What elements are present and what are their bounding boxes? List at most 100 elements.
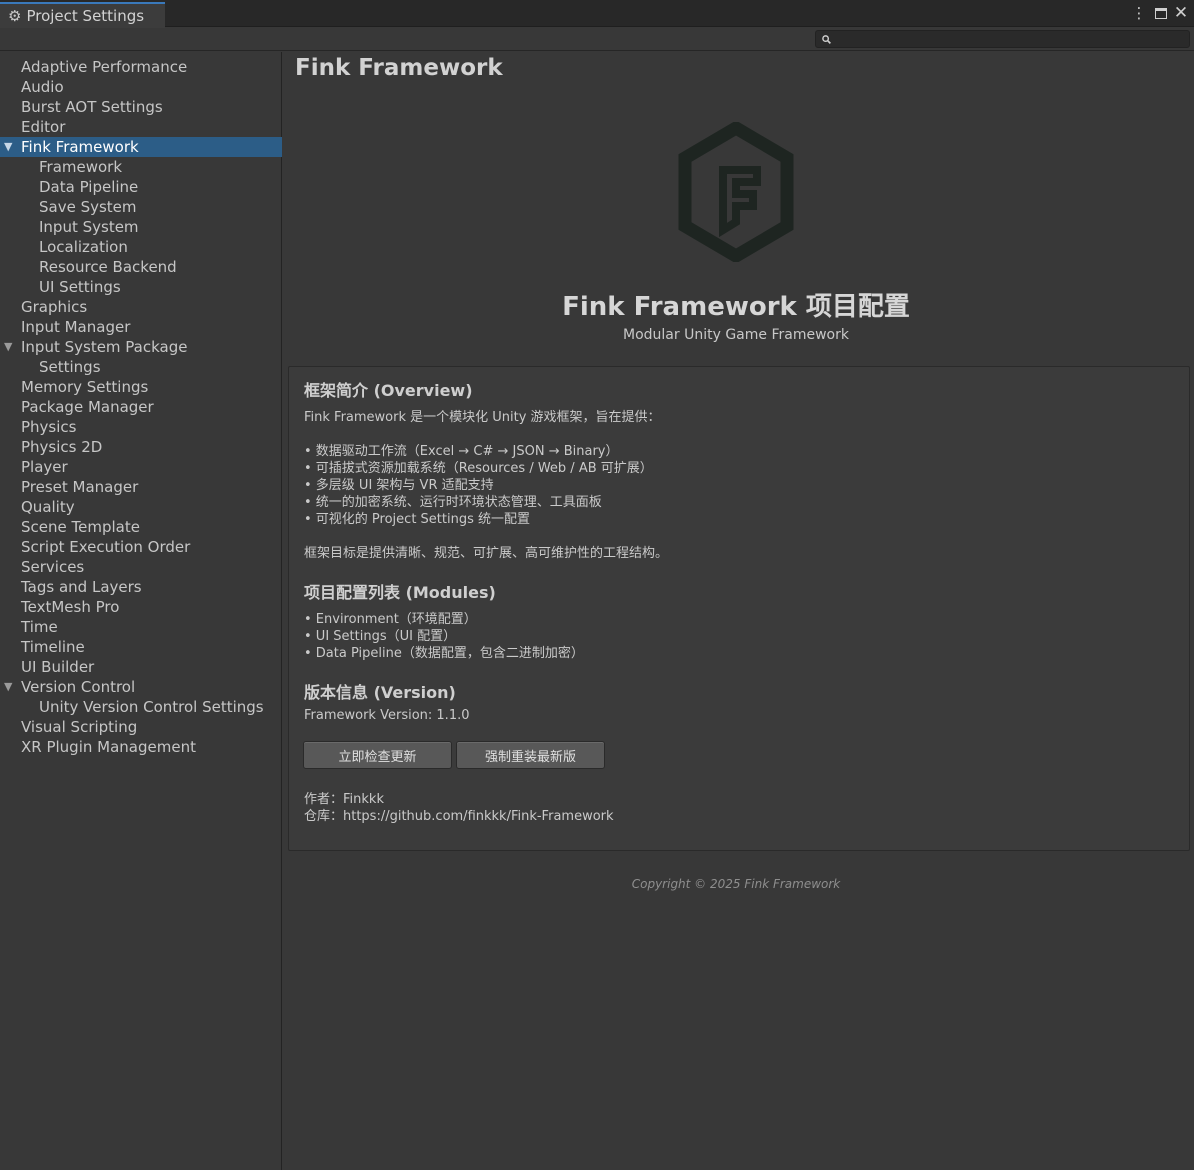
sidebar-item[interactable]: Editor xyxy=(0,117,282,137)
search-box[interactable] xyxy=(815,30,1190,48)
version-text: Framework Version: 1.1.0 xyxy=(304,708,470,723)
sidebar-item[interactable]: Input Manager xyxy=(0,317,282,337)
sidebar-item[interactable]: Physics xyxy=(0,417,282,437)
sidebar-item-label: Version Control xyxy=(21,678,136,696)
sidebar-item-label: Quality xyxy=(21,498,75,516)
sidebar-item-label: Graphics xyxy=(21,298,88,316)
settings-sidebar: Adaptive Performance Audio Burst AOT Setti… xyxy=(0,52,282,1170)
sidebar-item[interactable]: ▼ Version Control xyxy=(0,677,282,697)
sidebar-item-label: Input Manager xyxy=(21,318,131,336)
sidebar-item[interactable]: ▼ Fink Framework xyxy=(0,137,282,157)
sidebar-item-label: XR Plugin Management xyxy=(21,738,196,756)
sidebar-item[interactable]: Burst AOT Settings xyxy=(0,97,282,117)
overview-intro: Fink Framework 是一个模块化 Unity 游戏框架，旨在提供： xyxy=(304,410,661,425)
main-content: Fink Framework Fink Framework 项目配置 Modul… xyxy=(283,52,1194,1170)
repo-link[interactable]: 仓库：https://github.com/finkkk/Fink-Framew… xyxy=(304,805,614,824)
sidebar-item-label: Services xyxy=(21,558,85,576)
sidebar-item[interactable]: XR Plugin Management xyxy=(0,737,282,757)
sidebar-item-label: Time xyxy=(21,618,58,636)
sidebar-item-label: UI Settings xyxy=(39,278,121,296)
page-title: Fink Framework xyxy=(295,55,503,81)
sidebar-item-label: Timeline xyxy=(21,638,85,656)
sidebar-item-label: Adaptive Performance xyxy=(21,58,188,76)
toolbar xyxy=(0,28,1194,51)
hero-subtitle: Modular Unity Game Framework xyxy=(623,327,849,343)
tab-project-settings[interactable]: ⚙ Project Settings xyxy=(0,2,165,28)
copyright-text: Copyright © 2025 Fink Framework xyxy=(631,877,841,891)
expand-arrow-icon[interactable]: ▼ xyxy=(4,337,12,357)
sidebar-item[interactable]: UI Builder xyxy=(0,657,282,677)
overview-bullet: • 可视化的 Project Settings 统一配置 xyxy=(304,512,530,527)
sidebar-item-label: Audio xyxy=(21,78,64,96)
overview-goal: 框架目标是提供清晰、规范、可扩展、高可维护性的工程结构。 xyxy=(304,546,669,561)
sidebar-item[interactable]: Package Manager xyxy=(0,397,282,417)
sidebar-item[interactable]: Resource Backend xyxy=(0,257,282,277)
sidebar-item[interactable]: Player xyxy=(0,457,282,477)
window-tab-bar: ⚙ Project Settings ⋮ ✕ xyxy=(0,0,1194,28)
sidebar-item[interactable]: UI Settings xyxy=(0,277,282,297)
sidebar-item-label: Package Manager xyxy=(21,398,154,416)
sidebar-item[interactable]: Visual Scripting xyxy=(0,717,282,737)
fink-framework-logo xyxy=(678,122,794,262)
sidebar-item-label: Input System Package xyxy=(21,338,188,356)
hero-title: Fink Framework 项目配置 xyxy=(562,292,910,322)
sidebar-item-label: Editor xyxy=(21,118,66,136)
sidebar-item-label: Physics 2D xyxy=(21,438,103,456)
sidebar-item-label: Resource Backend xyxy=(39,258,177,276)
sidebar-item-label: Settings xyxy=(39,358,101,376)
sidebar-item-label: Scene Template xyxy=(21,518,140,536)
sidebar-item[interactable]: Input System xyxy=(0,217,282,237)
maximize-button[interactable] xyxy=(1152,4,1170,22)
sidebar-item-label: Framework xyxy=(39,158,123,176)
sidebar-item-label: Unity Version Control Settings xyxy=(39,698,264,716)
sidebar-item[interactable]: Data Pipeline xyxy=(0,177,282,197)
sidebar-item-label: TextMesh Pro xyxy=(21,598,120,616)
sidebar-item[interactable]: Graphics xyxy=(0,297,282,317)
logo-letter-f xyxy=(719,166,761,238)
modules-title: 项目配置列表 (Modules) xyxy=(304,583,496,602)
more-options-icon[interactable]: ⋮ xyxy=(1132,4,1147,22)
sidebar-item[interactable]: Physics 2D xyxy=(0,437,282,457)
sidebar-item-label: UI Builder xyxy=(21,658,95,676)
sidebar-item[interactable]: Unity Version Control Settings xyxy=(0,697,282,717)
sidebar-item-label: Visual Scripting xyxy=(21,718,138,736)
sidebar-item[interactable]: Time xyxy=(0,617,282,637)
sidebar-item[interactable]: Framework xyxy=(0,157,282,177)
sidebar-item[interactable]: Scene Template xyxy=(0,517,282,537)
search-icon xyxy=(822,34,831,44)
sidebar-item[interactable]: Tags and Layers xyxy=(0,577,282,597)
info-panel: 框架简介 (Overview) Fink Framework 是一个模块化 Un… xyxy=(288,366,1190,851)
search-input[interactable] xyxy=(835,31,1175,47)
gear-icon: ⚙ xyxy=(8,7,22,25)
sidebar-item[interactable]: TextMesh Pro xyxy=(0,597,282,617)
sidebar-item[interactable]: Memory Settings xyxy=(0,377,282,397)
expand-arrow-icon[interactable]: ▼ xyxy=(4,677,12,697)
sidebar-item-label: Preset Manager xyxy=(21,478,139,496)
close-button[interactable]: ✕ xyxy=(1172,3,1190,23)
sidebar-item[interactable]: ▼ Input System Package xyxy=(0,337,282,357)
sidebar-item[interactable]: Script Execution Order xyxy=(0,537,282,557)
version-title: 版本信息 (Version) xyxy=(304,683,456,702)
sidebar-item-label: Fink Framework xyxy=(21,138,139,156)
check-update-button[interactable]: 立即检查更新 xyxy=(303,741,452,769)
module-item: • Data Pipeline（数据配置，包含二进制加密） xyxy=(304,646,584,661)
sidebar-item[interactable]: Audio xyxy=(0,77,282,97)
sidebar-item-label: Script Execution Order xyxy=(21,538,191,556)
sidebar-item-label: Localization xyxy=(39,238,128,256)
sidebar-item[interactable]: Preset Manager xyxy=(0,477,282,497)
sidebar-item[interactable]: Localization xyxy=(0,237,282,257)
sidebar-item-label: Player xyxy=(21,458,68,476)
sidebar-item[interactable]: Services xyxy=(0,557,282,577)
sidebar-item[interactable]: Settings xyxy=(0,357,282,377)
sidebar-item-label: Data Pipeline xyxy=(39,178,139,196)
sidebar-item[interactable]: Timeline xyxy=(0,637,282,657)
sidebar-item-label: Tags and Layers xyxy=(21,578,142,596)
force-reinstall-button[interactable]: 强制重装最新版 xyxy=(456,741,605,769)
sidebar-item[interactable]: Save System xyxy=(0,197,282,217)
sidebar-item[interactable]: Quality xyxy=(0,497,282,517)
sidebar-item[interactable]: Adaptive Performance xyxy=(0,57,282,77)
overview-title: 框架简介 (Overview) xyxy=(304,381,473,400)
sidebar-item-label: Burst AOT Settings xyxy=(21,98,163,116)
sidebar-item-label: Save System xyxy=(39,198,137,216)
expand-arrow-icon[interactable]: ▼ xyxy=(4,137,12,157)
